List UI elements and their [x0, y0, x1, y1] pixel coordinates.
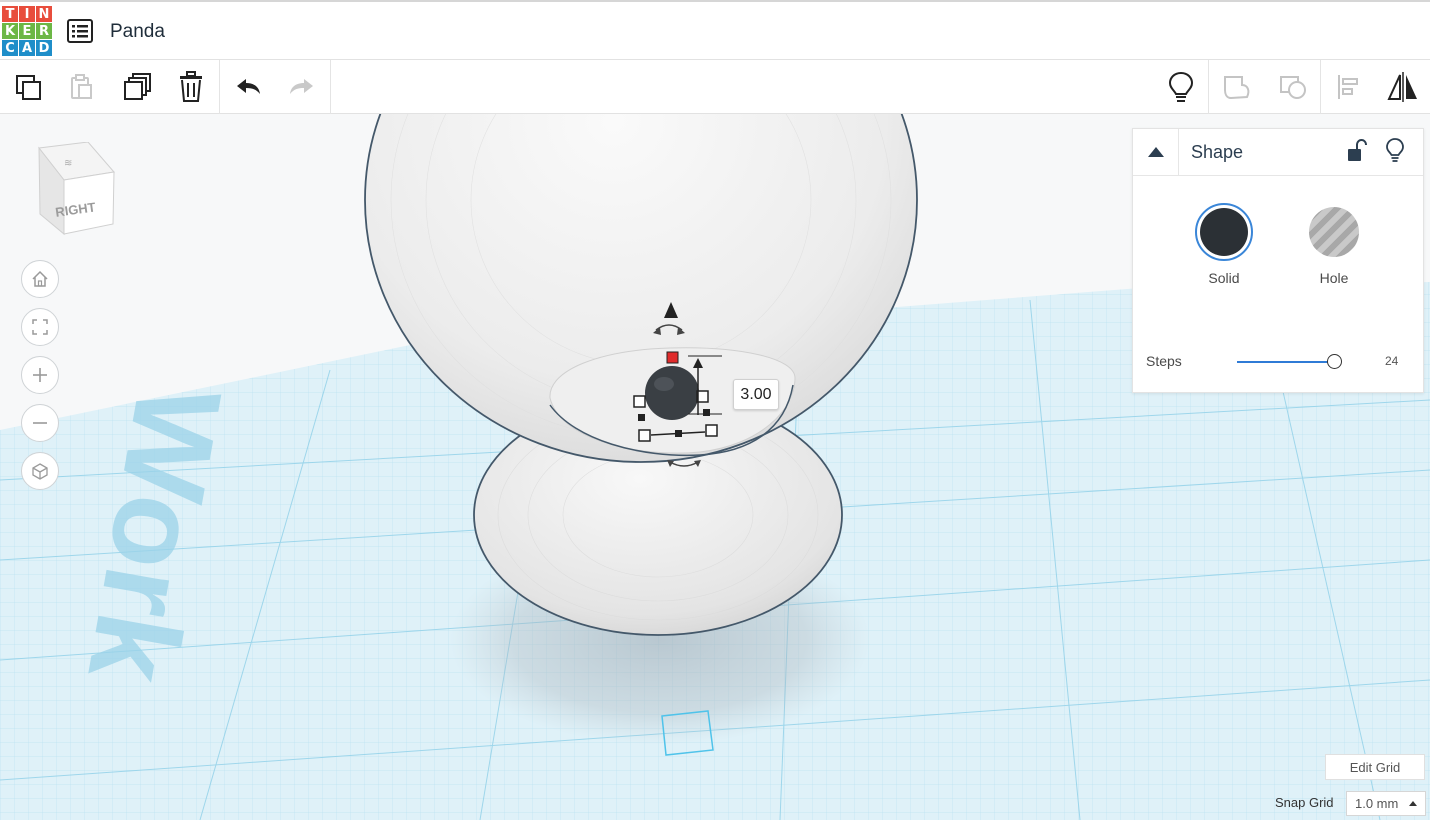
- edit-grid-button[interactable]: Edit Grid: [1325, 754, 1425, 780]
- redo-button[interactable]: [283, 68, 321, 106]
- home-icon: [32, 270, 48, 287]
- copy-button[interactable]: [9, 68, 47, 106]
- toolbar: [0, 60, 1430, 114]
- caret-up-icon: [1409, 801, 1417, 806]
- shape-panel-header: Shape: [1133, 129, 1423, 176]
- undo-icon: [237, 79, 260, 94]
- solid-swatch[interactable]: [1195, 203, 1253, 261]
- ungroup-button[interactable]: [1274, 68, 1312, 106]
- fit-view-button[interactable]: [21, 308, 59, 346]
- group-icon: [1224, 76, 1250, 100]
- design-title[interactable]: Panda: [110, 21, 165, 43]
- delete-icon: [180, 71, 202, 102]
- steps-label: Steps: [1146, 353, 1182, 369]
- shape-panel: Shape Solid Hole Steps 24: [1132, 128, 1424, 393]
- snap-grid-label: Snap Grid: [1275, 795, 1334, 810]
- paste-button[interactable]: [62, 68, 100, 106]
- zoom-in-icon: [33, 368, 47, 382]
- perspective-button[interactable]: [21, 452, 59, 490]
- unlock-icon: [1348, 138, 1367, 161]
- delete-button[interactable]: [172, 68, 210, 106]
- logo-letter: I: [19, 6, 35, 22]
- notes-button[interactable]: [1162, 68, 1200, 106]
- redo-icon: [290, 79, 313, 94]
- copy-icon: [16, 75, 41, 100]
- snap-grid-select[interactable]: 1.0 mm: [1346, 791, 1426, 816]
- collapse-panel-button[interactable]: [1133, 129, 1179, 175]
- align-icon: [1338, 75, 1358, 99]
- toolbar-separator: [1208, 60, 1209, 114]
- duplicate-button[interactable]: [118, 68, 156, 106]
- logo-letter: R: [36, 23, 52, 39]
- align-button[interactable]: [1330, 68, 1368, 106]
- fit-view-icon: [32, 319, 48, 335]
- mirror-icon: [1387, 72, 1417, 102]
- toolbar-separator: [330, 60, 331, 114]
- chevron-up-icon: [1147, 147, 1164, 157]
- hole-pattern-fill: [1309, 207, 1359, 257]
- hole-swatch[interactable]: [1305, 203, 1363, 261]
- paste-icon: [71, 74, 92, 99]
- mirror-button[interactable]: [1384, 68, 1422, 106]
- lightbulb-icon: [1386, 138, 1404, 162]
- shape-panel-title: Shape: [1191, 142, 1244, 162]
- logo-letter: E: [19, 23, 35, 39]
- solid-label: Solid: [1208, 270, 1240, 286]
- toolbar-separator: [219, 60, 220, 114]
- hole-label: Hole: [1319, 270, 1349, 286]
- snap-grid-value: 1.0 mm: [1355, 796, 1399, 811]
- logo-letter: T: [2, 6, 18, 22]
- zoom-out-button[interactable]: [21, 404, 59, 442]
- steps-slider-track[interactable]: [1237, 361, 1334, 363]
- home-view-button[interactable]: [21, 260, 59, 298]
- lock-button[interactable]: [1345, 138, 1367, 163]
- ungroup-icon: [1280, 76, 1306, 99]
- view-cube-top-glyph: ≋: [64, 158, 72, 169]
- logo-letter: N: [36, 6, 52, 22]
- undo-button[interactable]: [229, 68, 267, 106]
- logo-letter: K: [2, 23, 18, 39]
- tinkercad-logo[interactable]: TIN KER CAD: [2, 6, 52, 56]
- logo-letter: A: [19, 40, 35, 56]
- hide-button[interactable]: [1384, 137, 1406, 163]
- logo-letter: C: [2, 40, 18, 56]
- dimension-input[interactable]: 3.00: [733, 379, 779, 410]
- toolbar-separator: [1320, 60, 1321, 114]
- steps-slider-thumb[interactable]: [1327, 354, 1342, 369]
- lightbulb-icon: [1168, 71, 1194, 102]
- zoom-in-button[interactable]: [21, 356, 59, 394]
- design-list-icon[interactable]: [67, 19, 93, 43]
- steps-value[interactable]: 24: [1385, 354, 1398, 368]
- selected-sphere[interactable]: [645, 366, 699, 420]
- group-button[interactable]: [1218, 68, 1256, 106]
- perspective-icon: [32, 463, 48, 480]
- duplicate-icon: [124, 73, 151, 100]
- logo-letter: D: [36, 40, 52, 56]
- solid-color-fill: [1200, 208, 1248, 256]
- zoom-out-icon: [33, 422, 47, 424]
- top-bar: TIN KER CAD Panda: [0, 0, 1430, 60]
- view-cube[interactable]: RIGHT ≋: [36, 141, 118, 240]
